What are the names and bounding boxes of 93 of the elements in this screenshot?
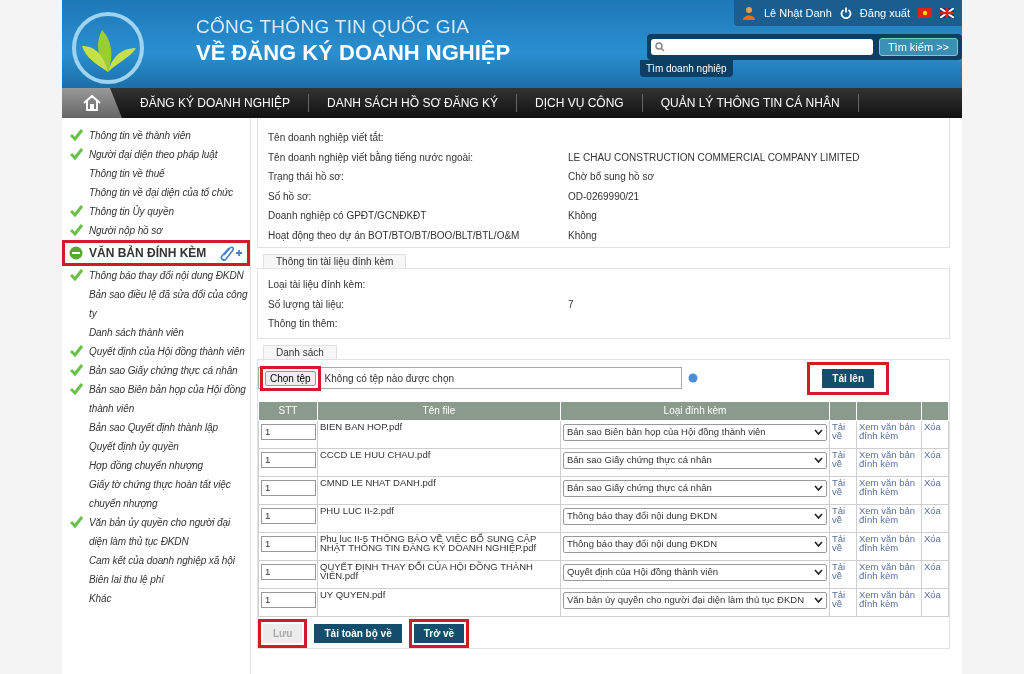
search-field[interactable] [650, 39, 873, 55]
order-field[interactable]: 1 [261, 423, 316, 440]
nav-link[interactable]: QUẢN LÝ THÔNG TIN CÁ NHÂN [642, 94, 859, 112]
field-label: Số lượng tài liệu: [268, 297, 346, 312]
sidebar-item[interactable]: Danh sách thành viên [62, 323, 250, 342]
field-value: LE CHAU CONSTRUCTION COMMERCIAL COMPANY LIMITED [568, 150, 861, 165]
attachments-section-header[interactable]: VĂN BẢN ĐÍNH KÈM [62, 240, 250, 266]
portal-title: CỔNG THÔNG TIN QUỐC GIA [196, 16, 471, 38]
attachment-type-select[interactable]: Quyết định của Hội đồng thành viên [563, 563, 827, 581]
attachment-type-select[interactable]: Thông báo thay đổi nội dung ĐKDN [563, 507, 827, 525]
field-label: Hoạt động theo dự án BOT/BTO/BT/BOO/BLT/BTL/O&M [268, 228, 521, 243]
chevron-icon [814, 597, 823, 603]
sidebar-item[interactable]: Khác [62, 589, 250, 608]
sidebar-item[interactable]: Bản sao Biên bản họp của Hội đồng thành viên [62, 380, 250, 418]
field-value: Chờ bổ sung hồ sơ [568, 170, 655, 184]
column-header: Tên file [317, 401, 561, 420]
field-label: Trạng thái hồ sơ: [268, 170, 345, 184]
column-header: Loại đính kèm [560, 401, 830, 420]
attachment-type-select[interactable]: Thông báo thay đổi nội dung ĐKDN [563, 535, 827, 553]
sidebar-item[interactable]: Giấy tờ chứng thực hoàn tất việc chuyển nhượng [62, 475, 250, 513]
action-button[interactable]: Tải toàn bộ về [314, 623, 402, 643]
info-icon[interactable] [688, 373, 698, 383]
file-name-cell: CCCD LE HUU CHAU.pdf [317, 448, 561, 476]
field-label: Thông tin thêm: [268, 317, 339, 331]
chevron-icon [814, 541, 823, 547]
attachment-type-select[interactable]: Văn bản ủy quyền cho người đại diện làm thủ tục ĐKDN [563, 591, 827, 609]
field-label: Số hồ sơ: [268, 189, 313, 204]
sidebar-item[interactable]: Bản sao Giấy chứng thực cá nhân [62, 361, 250, 380]
sidebar-item[interactable]: Thông báo thay đổi nội dung ĐKDN [62, 266, 250, 285]
logout-link[interactable]: Đăng xuất [859, 7, 910, 19]
sidebar-item[interactable]: Thông tin về đại diện của tổ chức [62, 183, 250, 202]
file-name-cell: PHU LUC II-2.pdf [317, 504, 561, 532]
order-field[interactable]: 1 [261, 535, 316, 552]
column-header: STT [258, 401, 318, 420]
nav-link[interactable]: DỊCH VỤ CÔNG [517, 94, 643, 112]
file-field[interactable]: Chọn tệp Không có tệp nào được chọn [258, 367, 682, 389]
sidebar-item[interactable]: Thông tin về thành viên [62, 126, 250, 145]
nav-link[interactable]: ĐĂNG KÝ DOANH NGHIỆP [122, 94, 310, 112]
file-status: Không có tệp nào được chọn [324, 372, 455, 384]
portal-subtitle: VỀ ĐĂNG KÝ DOANH NGHIỆP [196, 40, 511, 66]
sidebar-item[interactable]: Biên lai thu lệ phí [62, 570, 250, 589]
action-button[interactable]: Trở về [413, 623, 465, 643]
choose-file-button[interactable]: Chọn tệp [265, 370, 316, 386]
field-label: Doanh nghiệp có GPĐT/GCNĐKĐT [268, 209, 428, 223]
collapse-icon [69, 246, 83, 260]
chevron-icon [814, 429, 823, 435]
file-name-cell: UY QUYEN.pdf [317, 588, 561, 616]
attachment-type-select[interactable]: Bản sao Giấy chứng thực cá nhân [563, 479, 827, 497]
search-icon [654, 42, 665, 52]
sidebar-item[interactable]: Người đại diện theo pháp luật [62, 145, 250, 164]
search-hint-link[interactable]: Tìm doanh nghiệp [640, 60, 733, 77]
nav-link[interactable]: DANH SÁCH HỒ SƠ ĐĂNG KÝ [309, 94, 517, 112]
file-name-cell: QUYẾT ĐỊNH THAY ĐỔI CỦA HỘI ĐỒNG THÀNH VIÊN.pdf [317, 560, 561, 588]
sidebar-item[interactable]: Văn bản ủy quyền cho người đại diện làm thủ tục ĐKDN [62, 513, 250, 551]
order-field[interactable]: 1 [261, 451, 316, 468]
home-icon [83, 95, 101, 111]
chevron-icon [814, 457, 823, 463]
user-icon [741, 6, 756, 20]
field-label: Tên doanh nghiệp viết bằng tiếng nước ngoài: [268, 150, 475, 165]
sidebar-item[interactable]: Người nộp hồ sơ [62, 221, 250, 240]
power-icon[interactable] [839, 7, 852, 19]
field-value: OD-0269990/21 [568, 189, 641, 204]
field-value: Không [568, 228, 598, 243]
sidebar-item[interactable]: Thông tin về thuế [62, 164, 250, 183]
sidebar-item[interactable]: Cam kết của doanh nghiệp xã hội [62, 551, 250, 570]
field-value: 7 [568, 297, 575, 312]
sidebar-item[interactable]: Bản sao điều lệ đã sửa đổi của công ty [62, 285, 250, 323]
field-value: Không [568, 209, 598, 223]
sidebar-item[interactable]: Hợp đồng chuyển nhượng [62, 456, 250, 475]
file-name-cell: CMND LE NHAT DANH.pdf [317, 476, 561, 504]
order-field[interactable]: 1 [261, 591, 316, 608]
user-name[interactable]: Lê Nhật Danh [763, 7, 832, 19]
order-field[interactable]: 1 [261, 507, 316, 524]
chevron-icon [814, 485, 823, 491]
chevron-icon [814, 569, 823, 575]
sidebar-item[interactable]: Thông tin Ủy quyền [62, 202, 250, 221]
order-field[interactable]: 1 [261, 563, 316, 580]
field-label: Tên doanh nghiệp viết tắt: [268, 130, 385, 145]
file-name-cell: Phu luc II-5 THÔNG BÁO VỀ VIỆC BỔ SUNG CẬP NHẬT THÔNG TIN ĐĂNG KÝ DOANH NGHIỆP.pdf [317, 532, 561, 560]
search-button[interactable]: Tìm kiếm >> [878, 38, 958, 56]
vietnam-flag-icon[interactable] [918, 8, 932, 18]
order-field[interactable]: 1 [261, 479, 316, 496]
home-tab[interactable] [62, 88, 122, 118]
file-name-cell: BIEN BAN HOP.pdf [317, 420, 561, 448]
sidebar-item[interactable]: Quyết định ủy quyền [62, 437, 250, 456]
sidebar-item[interactable]: Bản sao Quyết định thành lập [62, 418, 250, 437]
sidebar-item[interactable]: Quyết định của Hội đồng thành viên [62, 342, 250, 361]
upload-button[interactable]: Tải lên [822, 368, 874, 388]
uk-flag-icon[interactable] [940, 8, 954, 18]
field-label: Loại tài liệu đính kèm: [268, 278, 367, 292]
attachment-type-select[interactable]: Bản sao Biên bản họp của Hội đồng thành viên [563, 423, 827, 441]
attachment-type-select[interactable]: Bản sao Giấy chứng thực cá nhân [563, 451, 827, 469]
chevron-icon [814, 513, 823, 519]
